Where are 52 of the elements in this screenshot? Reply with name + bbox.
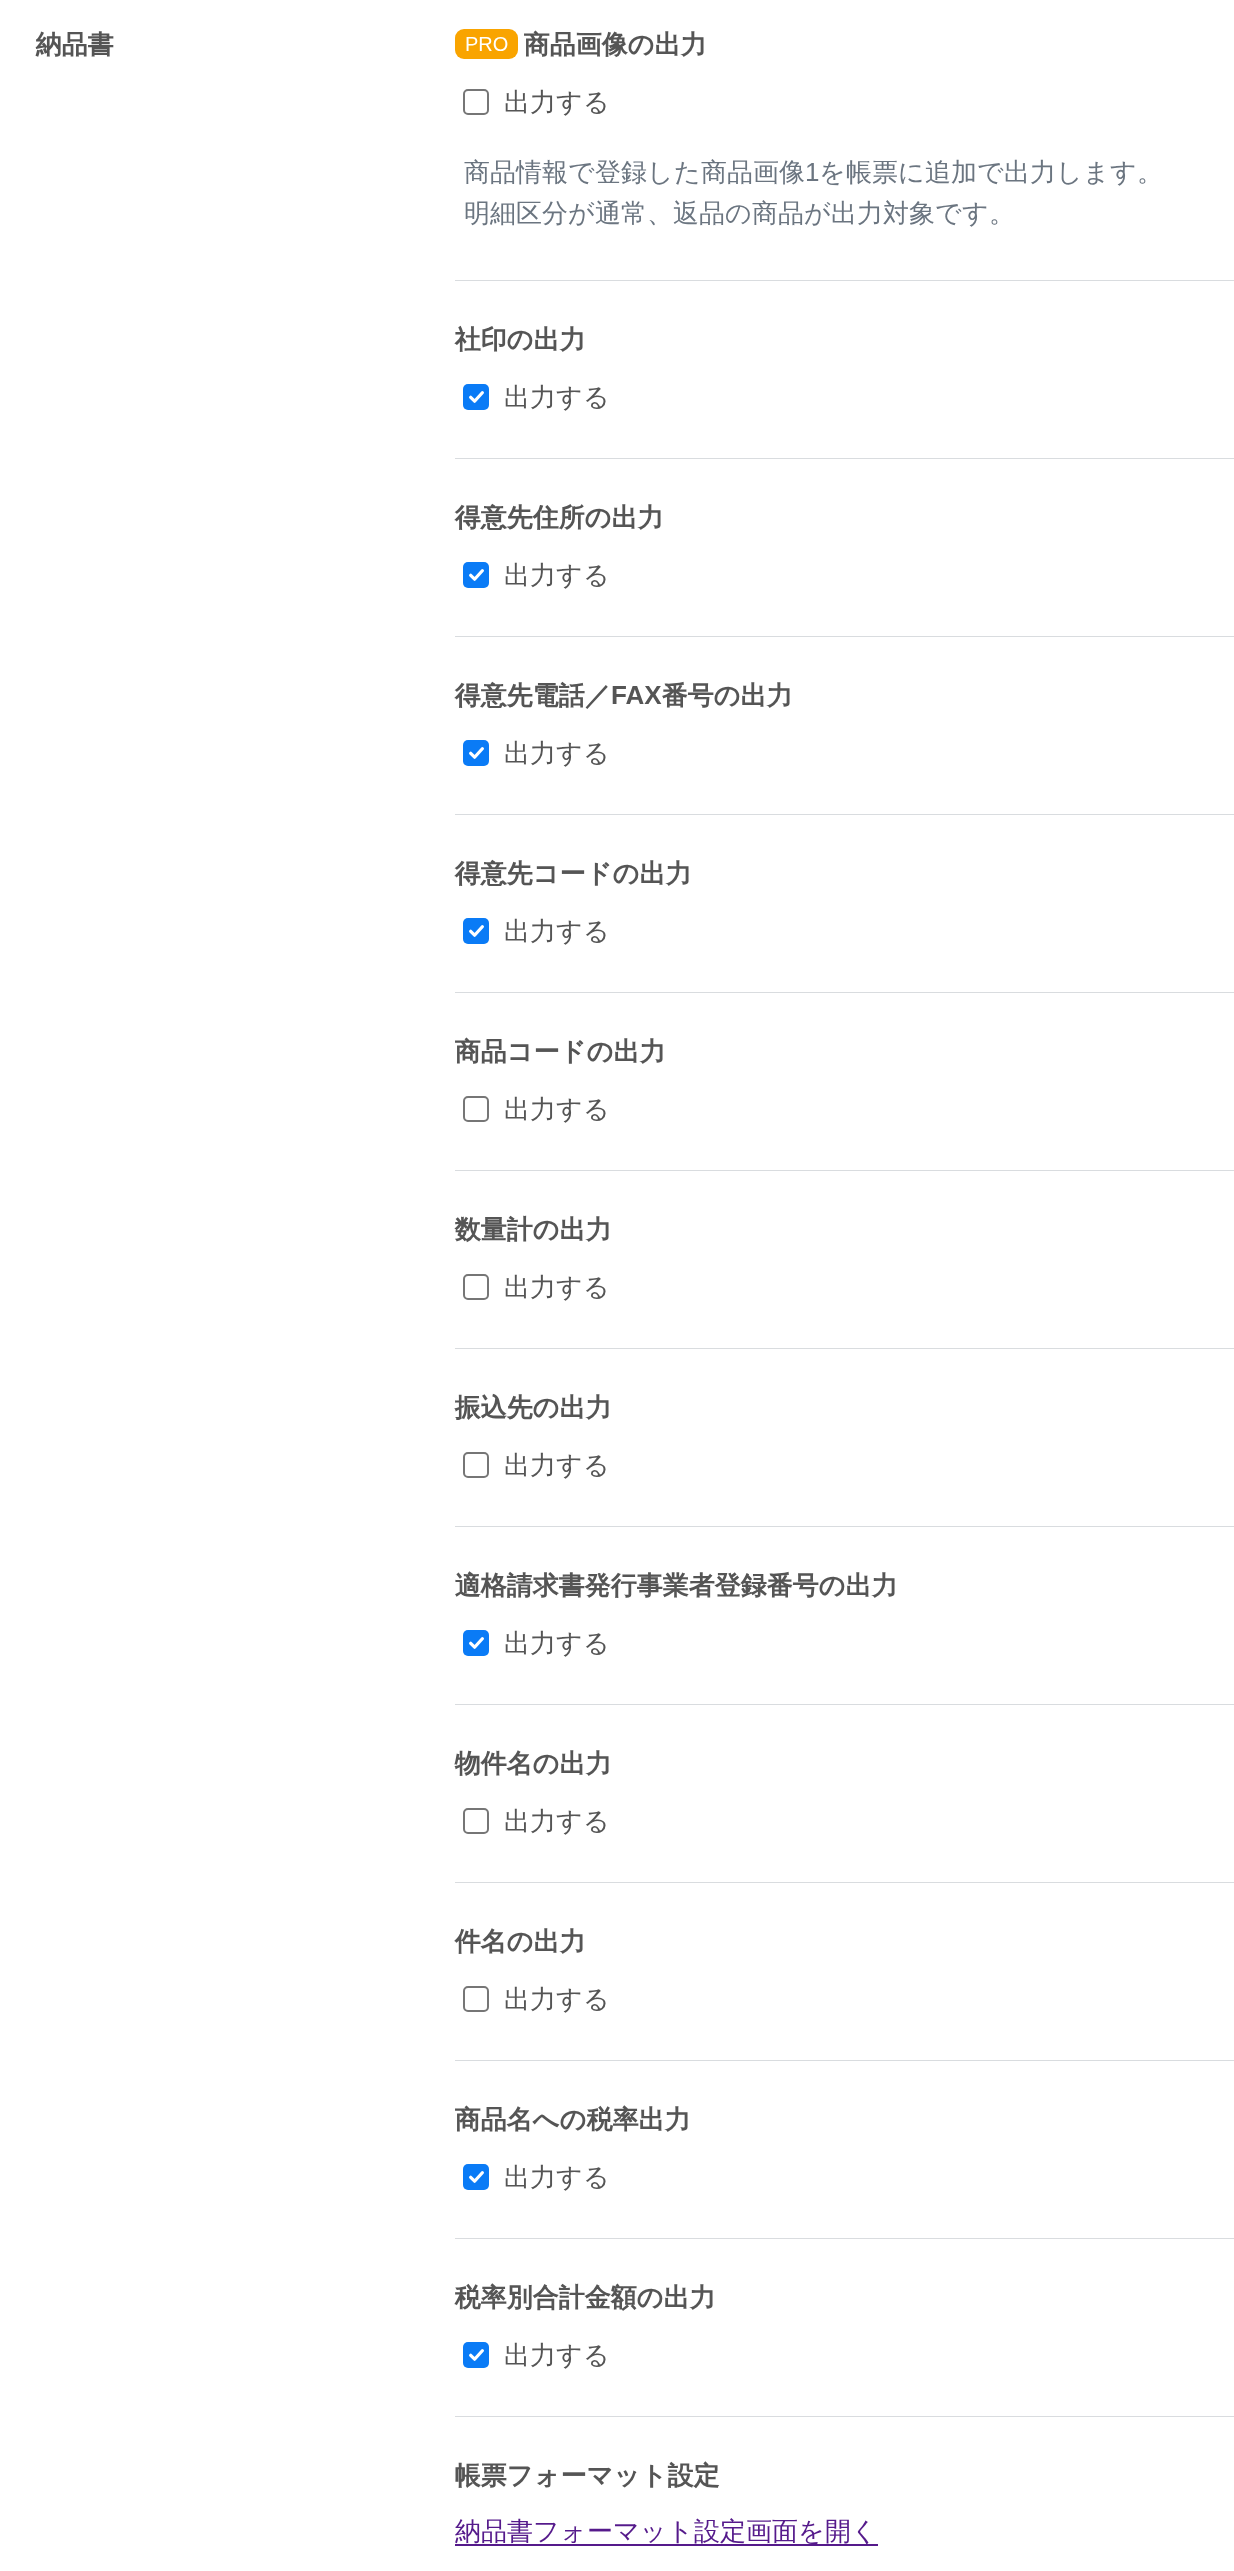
checkmark-icon <box>468 747 484 759</box>
checkbox[interactable] <box>463 740 489 766</box>
checkmark-icon <box>468 2349 484 2361</box>
checkbox-label[interactable]: 出力する <box>504 557 610 593</box>
checkbox[interactable] <box>463 1808 489 1834</box>
setting-title: 数量計の出力 <box>455 1213 612 1246</box>
checkbox-label[interactable]: 出力する <box>504 1091 610 1127</box>
checkmark-icon <box>468 1637 484 1649</box>
checkbox-label[interactable]: 出力する <box>504 1803 610 1839</box>
checkbox[interactable] <box>463 384 489 410</box>
setting-title: 得意先住所の出力 <box>455 501 664 534</box>
checkbox-label[interactable]: 出力する <box>504 735 610 771</box>
checkbox-label[interactable]: 出力する <box>504 1625 610 1661</box>
checkbox[interactable] <box>463 89 489 115</box>
setting-title: 適格請求書発行事業者登録番号の出力 <box>455 1569 898 1602</box>
checkbox-label[interactable]: 出力する <box>504 1447 610 1483</box>
setting-title: 商品画像の出力 <box>524 28 708 61</box>
checkbox[interactable] <box>463 1452 489 1478</box>
setting-title: 帳票フォーマット設定 <box>455 2459 720 2492</box>
setting-title: 得意先電話／FAX番号の出力 <box>455 679 793 712</box>
setting-title: 物件名の出力 <box>455 1747 612 1780</box>
checkbox[interactable] <box>463 2164 489 2190</box>
setting-title: 商品名への税率出力 <box>455 2103 691 2136</box>
checkmark-icon <box>468 925 484 937</box>
document-label: 納品書 <box>36 28 115 61</box>
checkbox[interactable] <box>463 2342 489 2368</box>
checkbox[interactable] <box>463 918 489 944</box>
checkmark-icon <box>468 391 484 403</box>
checkbox-label[interactable]: 出力する <box>504 2159 610 2195</box>
checkbox[interactable] <box>463 1274 489 1300</box>
description-text: 商品情報で登録した商品画像1を帳票に追加で出力します。 <box>464 156 1165 189</box>
setting-title: 税率別合計金額の出力 <box>455 2281 716 2314</box>
pro-badge: PRO <box>455 29 519 59</box>
checkbox[interactable] <box>463 1096 489 1122</box>
checkmark-icon <box>468 569 484 581</box>
setting-title: 得意先コードの出力 <box>455 857 692 890</box>
format-settings-link[interactable]: 納品書フォーマット設定画面を開く <box>455 2513 878 2549</box>
checkbox-label[interactable]: 出力する <box>504 84 610 120</box>
checkmark-icon <box>468 2171 484 2183</box>
checkbox[interactable] <box>463 1630 489 1656</box>
setting-title: 振込先の出力 <box>455 1391 612 1424</box>
checkbox-label[interactable]: 出力する <box>504 379 610 415</box>
checkbox[interactable] <box>463 1986 489 2012</box>
description-text: 明細区分が通常、返品の商品が出力対象です。 <box>464 197 1016 230</box>
setting-title: 件名の出力 <box>455 1925 586 1958</box>
setting-title: 社印の出力 <box>455 323 586 356</box>
checkbox[interactable] <box>463 562 489 588</box>
checkbox-label[interactable]: 出力する <box>504 913 610 949</box>
setting-title: 商品コードの出力 <box>455 1035 666 1068</box>
checkbox-label[interactable]: 出力する <box>504 1269 610 1305</box>
checkbox-label[interactable]: 出力する <box>504 2337 610 2373</box>
checkbox-label[interactable]: 出力する <box>504 1981 610 2017</box>
